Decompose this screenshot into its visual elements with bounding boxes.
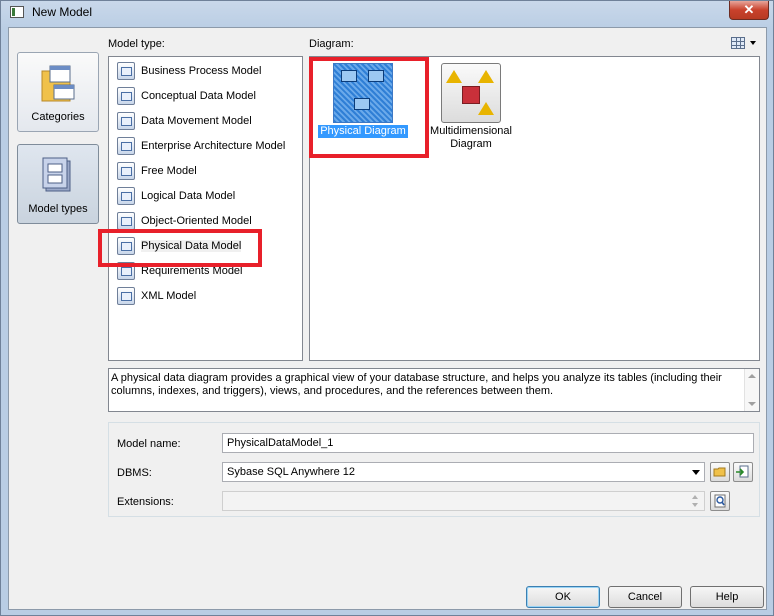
window-title: New Model [32, 5, 93, 19]
description-box[interactable]: A physical data diagram provides a graph… [108, 368, 760, 412]
browse-dbms-button[interactable] [710, 462, 730, 482]
dbms-select[interactable]: Sybase SQL Anywhere 12 [222, 462, 705, 482]
list-item-data-movement[interactable]: Data Movement Model [112, 110, 298, 132]
multidimensional-diagram-label: Multidimensional Diagram [426, 125, 516, 151]
model-type-heading: Model type: [108, 38, 165, 50]
highlight-physical-data-model [98, 229, 262, 267]
list-item-business-process[interactable]: Business Process Model [112, 60, 298, 82]
categories-label: Categories [31, 111, 85, 123]
grid-view-icon [731, 37, 745, 49]
extensions-browse-button[interactable] [710, 491, 730, 511]
model-types-button[interactable]: Model types [17, 144, 99, 224]
list-item-label: Logical Data Model [141, 190, 236, 202]
cancel-button[interactable]: Cancel [608, 586, 682, 608]
title-bar: New Model ✕ [1, 1, 773, 25]
spin-up-icon[interactable] [692, 495, 698, 499]
list-item-label: XML Model [141, 290, 197, 302]
spin-down-icon[interactable] [692, 503, 698, 507]
ok-button[interactable]: OK [526, 586, 600, 608]
list-item-label: Business Process Model [141, 65, 262, 77]
data-movement-icon [117, 112, 135, 130]
diagram-heading: Diagram: [309, 38, 354, 50]
business-process-icon [117, 62, 135, 80]
list-item-label: Data Movement Model [141, 115, 252, 127]
list-item-label: Free Model [141, 165, 197, 177]
folder-icon [713, 467, 726, 477]
view-mode-button[interactable] [729, 35, 759, 51]
logical-data-icon [117, 187, 135, 205]
close-button[interactable]: ✕ [729, 1, 769, 20]
list-item-enterprise-architecture[interactable]: Enterprise Architecture Model [112, 135, 298, 157]
list-item-label: Enterprise Architecture Model [141, 140, 286, 152]
scroll-up-icon[interactable] [748, 374, 756, 378]
multidimensional-diagram-icon [441, 63, 501, 123]
list-item-xml-model[interactable]: XML Model [112, 285, 298, 307]
multidimensional-label-line2: Diagram [450, 138, 492, 150]
list-item-logical-data[interactable]: Logical Data Model [112, 185, 298, 207]
description-text: A physical data diagram provides a graph… [111, 372, 722, 397]
extensions-label: Extensions: [117, 496, 174, 508]
extensions-field[interactable] [222, 491, 705, 511]
dbms-label: DBMS: [117, 467, 152, 479]
category-pane: Categories Model types [17, 52, 101, 224]
model-type-list[interactable]: Business Process Model Conceptual Data M… [108, 56, 303, 361]
model-types-label: Model types [28, 203, 88, 215]
enterprise-architecture-icon [117, 137, 135, 155]
help-button[interactable]: Help [690, 586, 764, 608]
categories-button[interactable]: Categories [17, 52, 99, 132]
extensions-spinner[interactable] [689, 492, 703, 510]
description-scrollbar[interactable] [744, 369, 759, 411]
new-model-dialog: New Model ✕ Categories Model types Model… [0, 0, 774, 616]
chevron-down-icon [692, 470, 700, 475]
import-file-icon [736, 465, 749, 478]
free-model-icon [117, 162, 135, 180]
model-settings-group: Model name: PhysicalDataModel_1 DBMS: Sy… [108, 422, 760, 517]
conceptual-data-icon [117, 87, 135, 105]
app-window-icon [10, 6, 24, 18]
diagram-item-multidimensional[interactable]: Multidimensional Diagram [426, 63, 516, 151]
highlight-physical-diagram [309, 57, 429, 158]
import-dbms-button[interactable] [733, 462, 753, 482]
chevron-down-icon [750, 41, 756, 45]
list-item-conceptual-data[interactable]: Conceptual Data Model [112, 85, 298, 107]
list-item-label: Object-Oriented Model [141, 215, 252, 227]
categories-folder-icon [41, 65, 75, 102]
dbms-value: Sybase SQL Anywhere 12 [227, 466, 356, 478]
list-item-free-model[interactable]: Free Model [112, 160, 298, 182]
model-name-label: Model name: [117, 438, 181, 450]
model-types-icon [42, 157, 71, 192]
multidimensional-label-line1: Multidimensional [430, 125, 512, 137]
xml-model-icon [117, 287, 135, 305]
list-item-label: Conceptual Data Model [141, 90, 256, 102]
magnifier-icon [714, 494, 726, 508]
object-oriented-icon [117, 212, 135, 230]
scroll-down-icon[interactable] [748, 402, 756, 406]
model-name-input[interactable]: PhysicalDataModel_1 [222, 433, 754, 453]
